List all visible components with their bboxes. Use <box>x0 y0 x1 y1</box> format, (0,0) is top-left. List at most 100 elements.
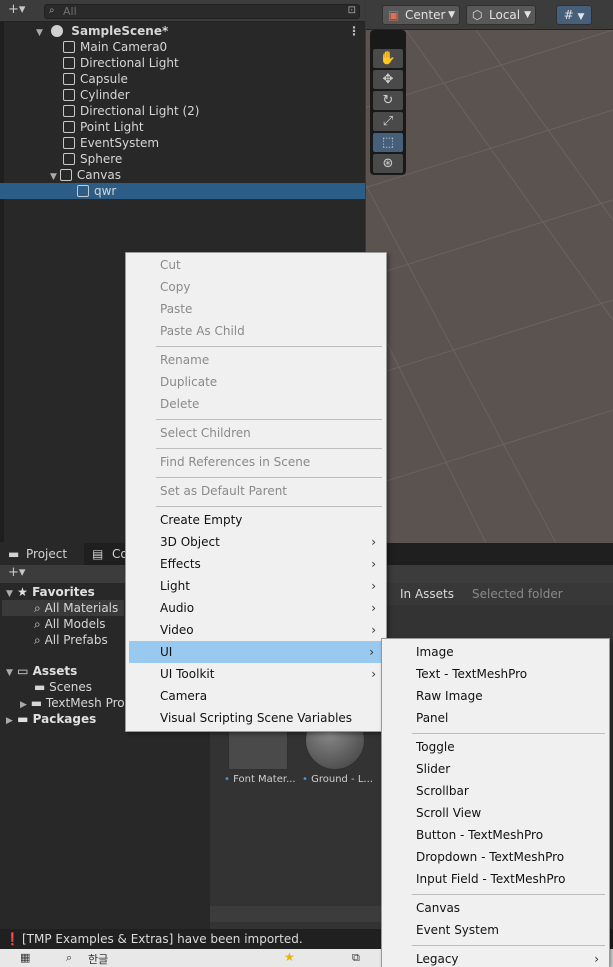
windows-icon[interactable]: ▦ <box>20 951 30 964</box>
folder-item[interactable]: ▶ ▬ TextMesh Pro <box>20 695 125 711</box>
hierarchy-item[interactable]: Directional Light (2) <box>0 103 365 119</box>
tool-palette: ✋ ✥ ↻ ⤢ ⬚ ⊛ <box>370 30 406 175</box>
submenu-item-event-system[interactable]: Event System <box>382 919 609 941</box>
search-options-icon[interactable]: ⊡ <box>348 5 356 16</box>
rect-tool-icon[interactable]: ⬚ <box>373 133 403 152</box>
expand-arrow-icon[interactable]: ▶ <box>20 700 27 710</box>
menu-item-label: UI <box>160 645 173 659</box>
submenu-item-panel[interactable]: Panel <box>382 707 609 729</box>
expand-arrow-icon[interactable]: ▼ <box>50 172 57 182</box>
expand-arrow-icon[interactable]: ▼ <box>6 668 13 678</box>
item-label: qwr <box>94 184 117 198</box>
submenu-item-scrollbar[interactable]: Scrollbar <box>382 780 609 802</box>
scene-row[interactable]: ▼ SampleScene* ⋮ <box>0 23 365 39</box>
hierarchy-item-selected[interactable]: qwr <box>0 183 365 199</box>
hierarchy-item[interactable]: EventSystem <box>0 135 365 151</box>
rotate-tool-icon[interactable]: ↻ <box>373 91 403 110</box>
submenu-item-canvas[interactable]: Canvas <box>382 897 609 919</box>
menu-item-paste-as-child[interactable]: Paste As Child <box>126 320 386 342</box>
more-options-icon[interactable]: ⋮ <box>348 23 360 39</box>
search-icon[interactable]: ⌕ <box>66 951 72 965</box>
scope-in-assets[interactable]: In Assets <box>400 587 454 601</box>
folder-icon: ▬ <box>34 680 46 694</box>
item-label: All Models <box>44 617 106 631</box>
star-icon: ★ <box>284 950 295 964</box>
dot-icon: • <box>224 774 230 785</box>
space-dropdown[interactable]: ⬡ Local ▼ <box>466 5 536 25</box>
submenu-item-legacy[interactable]: Legacy › <box>382 948 609 967</box>
hierarchy-search-input[interactable]: ⌕ All ⊡ <box>44 4 360 19</box>
menu-separator <box>156 477 382 478</box>
menu-item-ui-toolkit[interactable]: UI Toolkit › <box>126 663 386 685</box>
tab-project[interactable]: ▬ Project <box>0 543 84 565</box>
hierarchy-item[interactable]: ▼ Canvas <box>0 167 365 183</box>
menu-item-effects[interactable]: Effects › <box>126 553 386 575</box>
hierarchy-item[interactable]: Cylinder <box>0 87 365 103</box>
scope-selected-folder[interactable]: Selected folder <box>472 587 563 601</box>
menu-item-audio[interactable]: Audio › <box>126 597 386 619</box>
favorites-header[interactable]: ▼ ★ Favorites <box>6 584 95 600</box>
menu-separator <box>156 419 382 420</box>
submenu-item-text-tmp[interactable]: Text - TextMeshPro <box>382 663 609 685</box>
expand-arrow-icon[interactable]: ▼ <box>6 589 13 599</box>
gameobject-icon <box>63 137 75 149</box>
submenu-item-input-field-tmp[interactable]: Input Field - TextMeshPro <box>382 868 609 890</box>
hierarchy-item[interactable]: Directional Light <box>0 55 365 71</box>
item-label: Canvas <box>76 168 121 182</box>
submenu-item-raw-image[interactable]: Raw Image <box>382 685 609 707</box>
menu-item-copy[interactable]: Copy <box>126 276 386 298</box>
packages-header[interactable]: ▶ ▬ Packages <box>6 711 96 727</box>
menu-item-3d-object[interactable]: 3D Object › <box>126 531 386 553</box>
submenu-item-dropdown-tmp[interactable]: Dropdown - TextMeshPro <box>382 846 609 868</box>
transform-tool-icon[interactable]: ⊛ <box>373 154 403 173</box>
hierarchy-item[interactable]: Sphere <box>0 151 365 167</box>
grid-snap-toggle[interactable]: # ▼ <box>556 5 592 25</box>
menu-item-find-references[interactable]: Find References in Scene <box>126 451 386 473</box>
favorite-item[interactable]: ⌕ All Materials <box>2 600 124 616</box>
menu-item-ui[interactable]: UI › <box>129 641 384 663</box>
submenu-item-image[interactable]: Image <box>382 641 609 663</box>
pivot-dropdown[interactable]: ▣ Center ▼ <box>382 5 460 25</box>
hierarchy-item[interactable]: Main Camera0 <box>0 39 365 55</box>
submenu-item-toggle[interactable]: Toggle <box>382 736 609 758</box>
gameobject-icon <box>63 73 75 85</box>
hierarchy-item[interactable]: Point Light <box>0 119 365 135</box>
taskbar-search-text[interactable]: 한글 <box>88 951 108 967</box>
folder-icon: ▬ <box>8 547 20 561</box>
task-view-icon[interactable]: ⧉ <box>352 951 360 965</box>
folder-item[interactable]: ▬ Scenes <box>34 679 92 695</box>
menu-item-visual-scripting-scene-variables[interactable]: Visual Scripting Scene Variables <box>126 707 386 729</box>
submenu-item-button-tmp[interactable]: Button - TextMeshPro <box>382 824 609 846</box>
menu-item-light[interactable]: Light › <box>126 575 386 597</box>
menu-item-create-empty[interactable]: Create Empty <box>126 509 386 531</box>
menu-item-video[interactable]: Video › <box>126 619 386 641</box>
expand-arrow-icon[interactable]: ▼ <box>36 28 43 38</box>
menu-item-rename[interactable]: Rename <box>126 349 386 371</box>
menu-item-select-children[interactable]: Select Children <box>126 422 386 444</box>
add-icon[interactable]: +▾ <box>8 565 25 580</box>
favorite-item[interactable]: ⌕ All Prefabs <box>34 632 108 648</box>
search-icon: ⌕ <box>34 601 41 615</box>
menu-item-camera[interactable]: Camera <box>126 685 386 707</box>
add-icon[interactable]: +▾ <box>8 2 25 17</box>
tab-console[interactable]: ▤ Co <box>86 543 128 565</box>
menu-item-duplicate[interactable]: Duplicate <box>126 371 386 393</box>
menu-item-cut[interactable]: Cut <box>126 254 386 276</box>
gameobject-icon <box>63 105 75 117</box>
menu-item-paste[interactable]: Paste <box>126 298 386 320</box>
menu-item-delete[interactable]: Delete <box>126 393 386 415</box>
hand-tool-icon[interactable]: ✋ <box>373 49 403 68</box>
assets-header[interactable]: ▼ ▭ Assets <box>6 663 77 679</box>
thumb-text: Font Mater... <box>233 774 296 785</box>
favorite-item[interactable]: ⌕ All Models <box>34 616 106 632</box>
scale-tool-icon[interactable]: ⤢ <box>373 112 403 131</box>
menu-item-label: Audio <box>160 601 195 615</box>
submenu-item-slider[interactable]: Slider <box>382 758 609 780</box>
submenu-item-scroll-view[interactable]: Scroll View <box>382 802 609 824</box>
status-message: [TMP Examples & Extras] have been import… <box>22 932 303 946</box>
expand-arrow-icon[interactable]: ▶ <box>6 716 13 726</box>
move-tool-icon[interactable]: ✥ <box>373 70 403 89</box>
menu-item-set-default-parent[interactable]: Set as Default Parent <box>126 480 386 502</box>
hierarchy-item[interactable]: Capsule <box>0 71 365 87</box>
chevron-down-icon: ▼ <box>577 12 585 22</box>
